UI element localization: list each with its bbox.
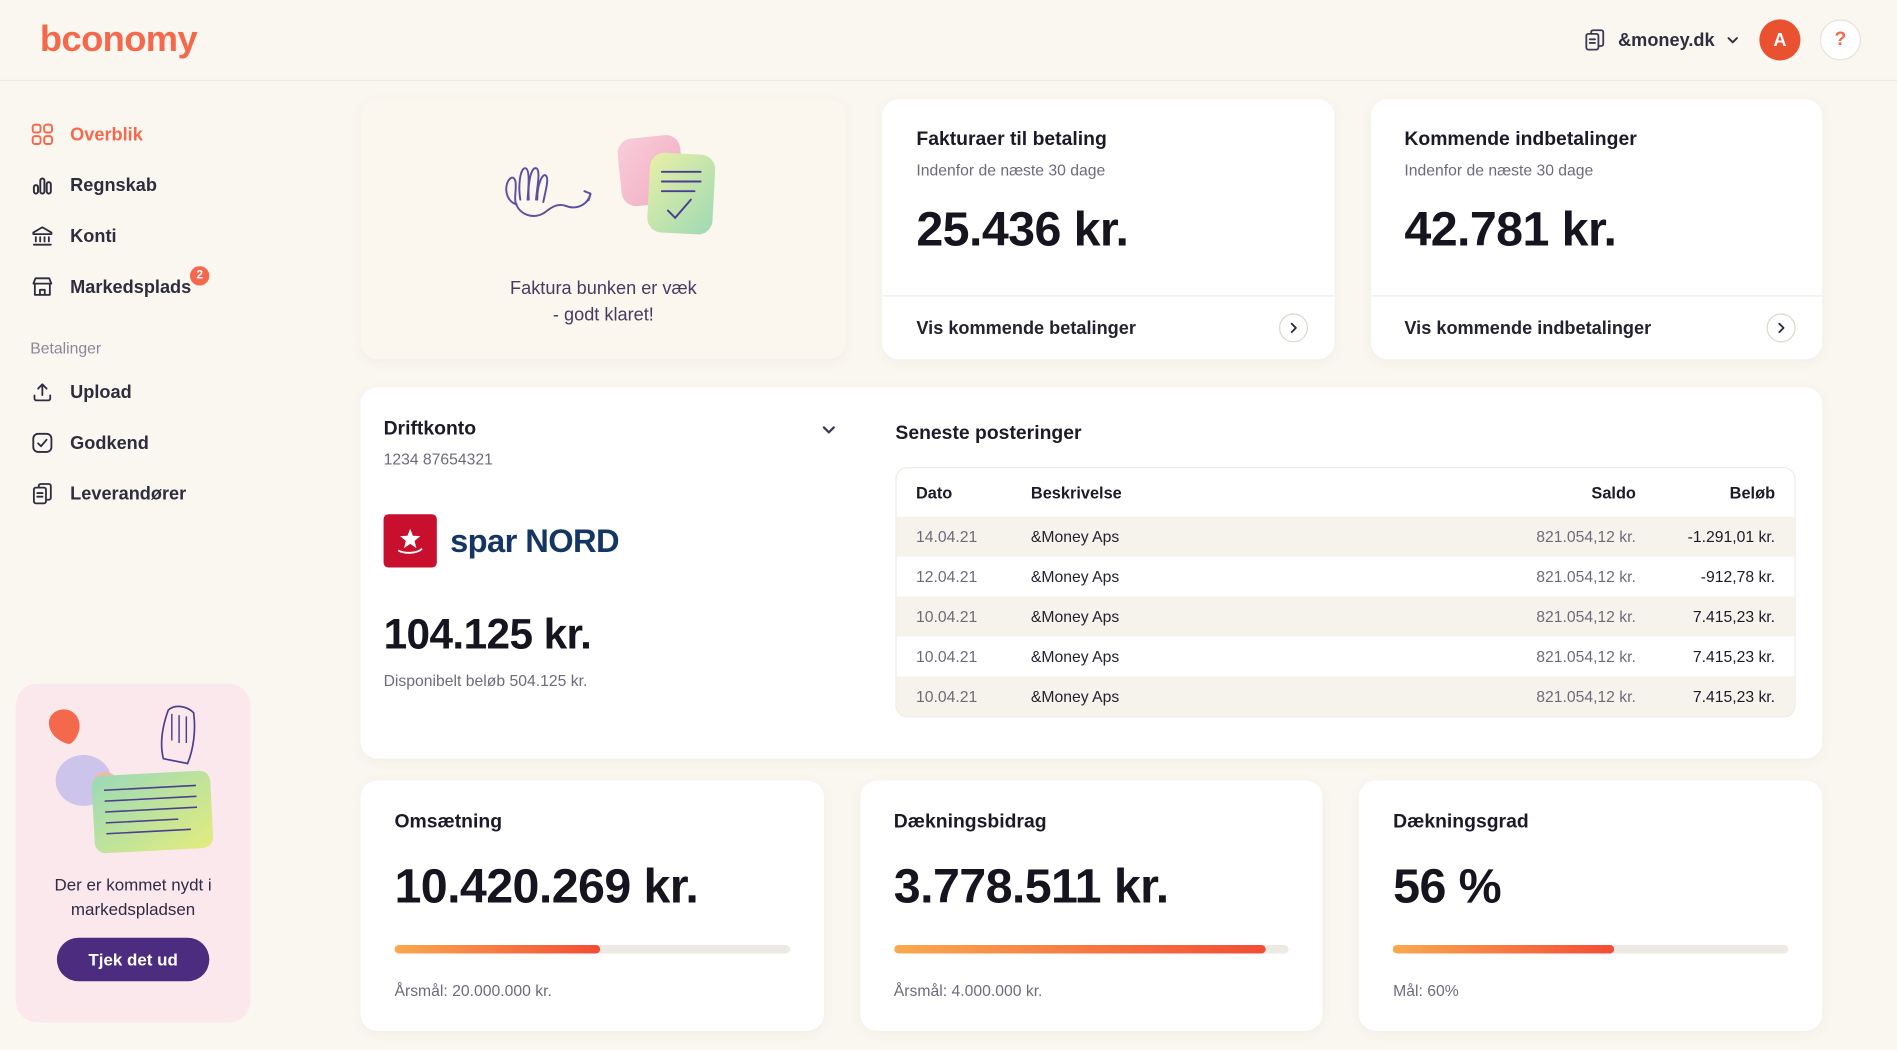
check-square-icon bbox=[30, 431, 54, 455]
sidebar-item-markedsplads[interactable]: Markedsplads 2 bbox=[0, 261, 321, 312]
progress-bar-fill bbox=[894, 945, 1266, 953]
view-upcoming-payments-link[interactable]: Vis kommende betalinger bbox=[916, 318, 1136, 339]
account-title: Driftkonto bbox=[384, 419, 476, 441]
marketplace-promo-card: Der er kommet nydt i markedspladsen Tjek… bbox=[16, 684, 251, 1023]
sidebar-item-label: Konti bbox=[70, 226, 116, 247]
store-icon bbox=[30, 275, 54, 299]
account-balance: 104.125 kr. bbox=[384, 611, 838, 659]
sidebar-item-upload[interactable]: Upload bbox=[0, 367, 321, 418]
sidebar: Overblik Regnskab Kont bbox=[0, 81, 321, 1050]
invoice-done-text: Faktura bunken er væk - godt klaret! bbox=[510, 275, 697, 329]
notification-badge: 2 bbox=[190, 266, 209, 285]
payables-title: Fakturaer til betaling bbox=[916, 129, 1300, 151]
chevron-down-icon bbox=[820, 421, 837, 438]
table-row: 10.04.21 &Money Aps 821.054,12 kr. 7.415… bbox=[897, 597, 1795, 637]
transactions-table-header: Dato Beskrivelse Saldo Beløb bbox=[897, 468, 1795, 516]
receivables-subtitle: Indenfor de næste 30 dage bbox=[1404, 161, 1788, 179]
kpi-title: Omsætning bbox=[394, 812, 789, 834]
sidebar-item-overblik[interactable]: Overblik bbox=[0, 109, 321, 160]
invoice-done-illustration bbox=[476, 129, 730, 266]
sidebar-item-leverandorer[interactable]: Leverandører bbox=[0, 468, 321, 519]
chevron-right-button[interactable] bbox=[1767, 313, 1796, 342]
progress-bar bbox=[394, 945, 789, 953]
transactions-panel: Seneste posteringer Dato Beskrivelse Sal… bbox=[895, 419, 1795, 730]
table-row: 14.04.21 &Money Aps 821.054,12 kr. -1.29… bbox=[897, 517, 1795, 557]
kpi-row: Omsætning 10.420.269 kr. Årsmål: 20.000.… bbox=[361, 780, 1823, 1030]
sidebar-item-label: Godkend bbox=[70, 433, 149, 454]
account-details: Driftkonto 1234 87654321 bbox=[384, 419, 896, 730]
kpi-value: 56 % bbox=[1393, 860, 1788, 914]
sidebar-item-label: Markedsplads 2 bbox=[70, 276, 191, 297]
column-header-saldo: Saldo bbox=[1430, 483, 1636, 501]
column-header-belob: Beløb bbox=[1636, 483, 1775, 501]
org-switcher[interactable]: &money.dk bbox=[1583, 28, 1740, 52]
account-card: Driftkonto 1234 87654321 bbox=[361, 387, 1823, 758]
receivables-amount: 42.781 kr. bbox=[1404, 203, 1788, 257]
bar-chart-icon bbox=[30, 173, 54, 197]
column-header-dato: Dato bbox=[916, 483, 1031, 501]
contribution-margin-kpi-card: Dækningsbidrag 3.778.511 kr. Årsmål: 4.0… bbox=[860, 780, 1323, 1030]
summary-row: Faktura bunken er væk - godt klaret! Fak… bbox=[361, 99, 1823, 359]
sidebar-item-konti[interactable]: Konti bbox=[0, 211, 321, 262]
help-button[interactable]: ? bbox=[1820, 19, 1861, 60]
chevron-down-icon bbox=[1725, 33, 1740, 48]
sidebar-item-regnskab[interactable]: Regnskab bbox=[0, 160, 321, 211]
table-row: 12.04.21 &Money Aps 821.054,12 kr. -912,… bbox=[897, 557, 1795, 597]
table-row: 10.04.21 &Money Aps 821.054,12 kr. 7.415… bbox=[897, 676, 1795, 716]
check-it-out-button[interactable]: Tjek det ud bbox=[57, 937, 209, 981]
sidebar-section-betalinger: Betalinger bbox=[0, 312, 321, 366]
receivables-title: Kommende indbetalinger bbox=[1404, 129, 1788, 151]
kpi-goal: Årsmål: 4.000.000 kr. bbox=[894, 981, 1289, 999]
progress-bar bbox=[894, 945, 1289, 953]
revenue-kpi-card: Omsætning 10.420.269 kr. Årsmål: 20.000.… bbox=[361, 780, 824, 1030]
chevron-right-button[interactable] bbox=[1279, 313, 1308, 342]
avatar[interactable]: A bbox=[1759, 19, 1800, 60]
header-actions: &money.dk A ? bbox=[1583, 19, 1861, 60]
payables-subtitle: Indenfor de næste 30 dage bbox=[916, 161, 1300, 179]
bank-icon bbox=[30, 224, 54, 248]
transactions-table: Dato Beskrivelse Saldo Beløb 14.04.21 &M… bbox=[895, 467, 1795, 717]
sidebar-item-label: Regnskab bbox=[70, 175, 157, 196]
upload-icon bbox=[30, 380, 54, 404]
kpi-goal: Årsmål: 20.000.000 kr. bbox=[394, 981, 789, 999]
progress-bar-fill bbox=[394, 945, 600, 953]
app-root: bconomy &money.dk A ? bbox=[0, 0, 1897, 1050]
receivables-card: Kommende indbetalinger Indenfor de næste… bbox=[1371, 99, 1823, 359]
view-upcoming-deposits-link[interactable]: Vis kommende indbetalinger bbox=[1404, 318, 1651, 339]
kpi-title: Dækningsbidrag bbox=[894, 812, 1289, 834]
progress-bar-fill bbox=[1393, 945, 1614, 953]
sidebar-item-label: Overblik bbox=[70, 124, 143, 145]
promo-text: Der er kommet nydt i markedspladsen bbox=[54, 872, 211, 921]
company-documents-icon bbox=[1583, 28, 1607, 52]
bank-name: spar NORD bbox=[450, 522, 619, 560]
column-header-beskrivelse: Beskrivelse bbox=[1031, 483, 1430, 501]
kpi-goal: Mål: 60% bbox=[1393, 981, 1788, 999]
spar-nord-logo-icon bbox=[384, 514, 437, 567]
account-selector[interactable]: Driftkonto bbox=[384, 419, 838, 441]
payables-amount: 25.436 kr. bbox=[916, 203, 1300, 257]
transactions-table-body: 14.04.21 &Money Aps 821.054,12 kr. -1.29… bbox=[897, 517, 1795, 717]
kpi-title: Dækningsgrad bbox=[1393, 812, 1788, 834]
grid-icon bbox=[30, 122, 54, 146]
contribution-ratio-kpi-card: Dækningsgrad 56 % Mål: 60% bbox=[1359, 780, 1822, 1030]
payables-card: Fakturaer til betaling Indenfor de næste… bbox=[882, 99, 1334, 359]
main-content: Faktura bunken er væk - godt klaret! Fak… bbox=[321, 81, 1897, 1050]
bank-logo: spar NORD bbox=[384, 514, 838, 567]
kpi-value: 3.778.511 kr. bbox=[894, 860, 1289, 914]
sidebar-item-label: Upload bbox=[70, 382, 132, 403]
progress-bar bbox=[1393, 945, 1788, 953]
marketplace-promo-illustration bbox=[33, 701, 234, 868]
org-name: &money.dk bbox=[1618, 30, 1714, 51]
sidebar-item-godkend[interactable]: Godkend bbox=[0, 417, 321, 468]
kpi-value: 10.420.269 kr. bbox=[394, 860, 789, 914]
documents-icon bbox=[30, 482, 54, 506]
transactions-title: Seneste posteringer bbox=[895, 424, 1795, 446]
top-header: bconomy &money.dk A ? bbox=[0, 0, 1897, 81]
invoice-done-card: Faktura bunken er væk - godt klaret! bbox=[361, 99, 847, 359]
account-number: 1234 87654321 bbox=[384, 450, 838, 468]
available-amount: Disponibelt beløb 504.125 kr. bbox=[384, 672, 838, 690]
sidebar-item-label: Leverandører bbox=[70, 483, 186, 504]
table-row: 10.04.21 &Money Aps 821.054,12 kr. 7.415… bbox=[897, 636, 1795, 676]
logo[interactable]: bconomy bbox=[40, 19, 197, 60]
